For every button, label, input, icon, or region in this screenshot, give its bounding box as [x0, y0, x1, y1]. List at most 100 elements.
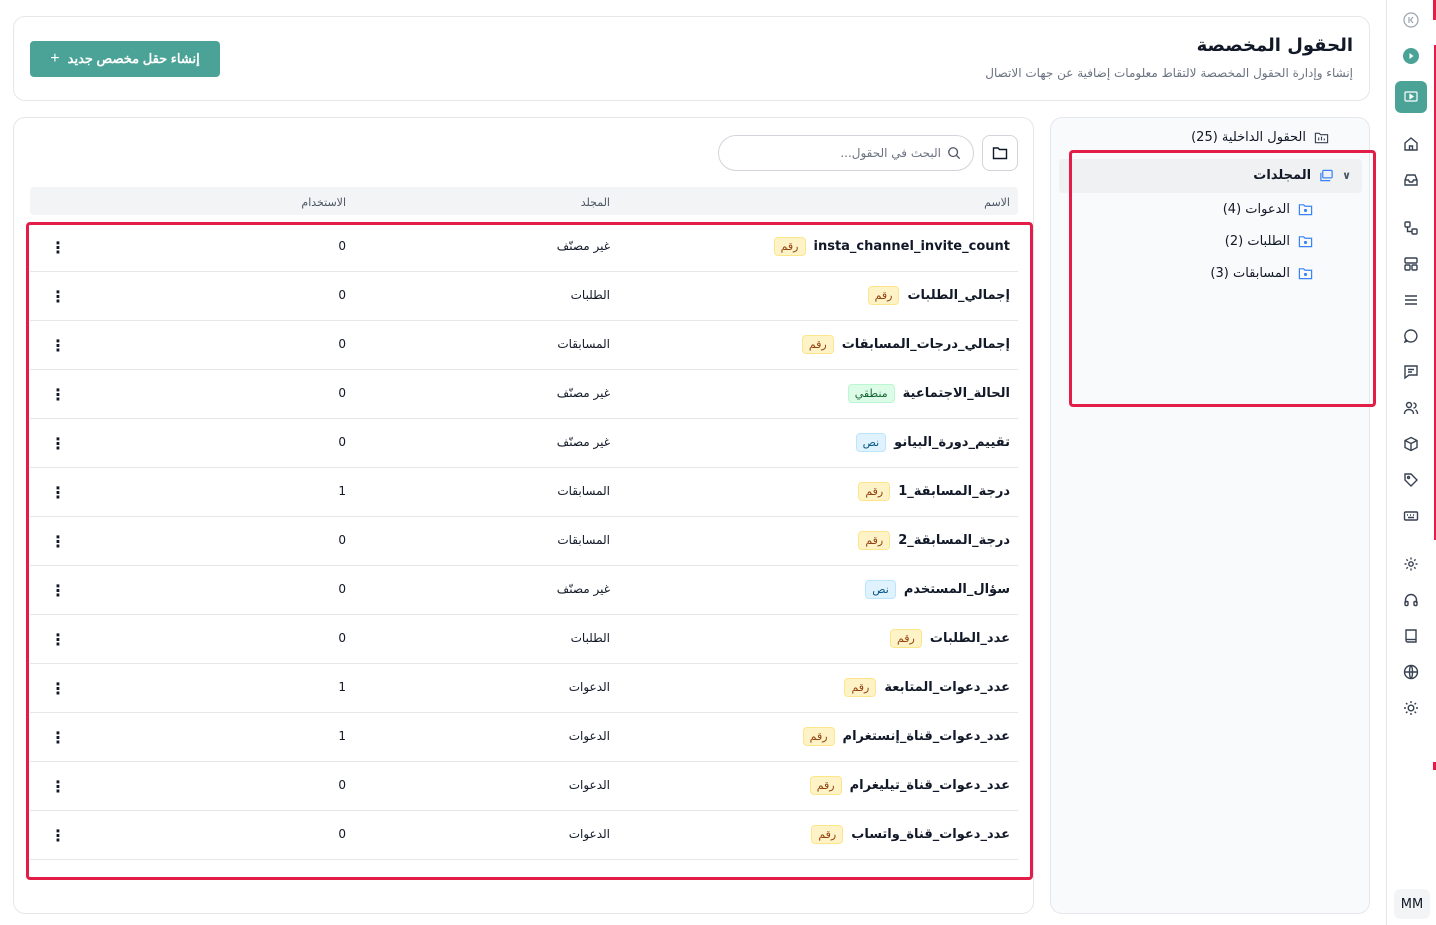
table-row[interactable]: إجمالي_الطلبات رقم الطلبات 0 ⋮: [30, 272, 1018, 321]
field-type-badge: رقم: [858, 531, 891, 550]
field-name: درجة_المسابقة_1: [898, 484, 1010, 499]
video-icon[interactable]: [1395, 81, 1427, 113]
column-header-usage[interactable]: الاستخدام: [301, 196, 346, 209]
field-name-cell: عدد_دعوات_المتابعة رقم: [844, 678, 1010, 697]
table-row[interactable]: عدد_الطلبات رقم الطلبات 0 ⋮: [30, 615, 1018, 664]
field-usage: 0: [338, 435, 346, 449]
row-menu-icon[interactable]: ⋮: [48, 482, 68, 502]
settings-icon[interactable]: [1399, 552, 1423, 576]
field-folder: غير مصنّف: [556, 386, 610, 400]
table-row[interactable]: عدد_دعوات_قناة_واتساب رقم الدعوات 0 ⋮: [30, 811, 1018, 860]
column-header-name[interactable]: الاسم: [984, 196, 1010, 209]
row-menu-icon[interactable]: ⋮: [48, 433, 68, 453]
folders-toggle[interactable]: ∨ المجلدات: [1253, 168, 1351, 183]
box-icon[interactable]: [1399, 432, 1423, 456]
row-menu-icon[interactable]: ⋮: [48, 286, 68, 306]
table-row[interactable]: درجة_المسابقة_1 رقم المسابقات 1 ⋮: [30, 468, 1018, 517]
field-name: عدد_دعوات_قناة_تيليغرام: [849, 778, 1010, 793]
row-menu-icon[interactable]: ⋮: [48, 237, 68, 257]
table-row[interactable]: إجمالي_درجات_المسابقات رقم المسابقات 0 ⋮: [30, 321, 1018, 370]
fields-table-panel: الاسم المجلد الاستخدام insta_channel_inv…: [13, 117, 1034, 914]
field-name-cell: عدد_دعوات_قناة_إنستغرام رقم: [802, 727, 1010, 746]
field-type-badge: منطقي: [847, 384, 895, 403]
field-name-cell: درجة_المسابقة_2 رقم: [858, 531, 1010, 550]
user-avatar[interactable]: MM: [1394, 889, 1430, 919]
chat-icon[interactable]: [1399, 324, 1423, 348]
field-name-cell: درجة_المسابقة_1 رقم: [858, 482, 1010, 501]
users-icon[interactable]: [1399, 396, 1423, 420]
table-row[interactable]: insta_channel_invite_count رقم غير مصنّف 0 ⋮: [30, 223, 1018, 272]
sun-icon[interactable]: [1399, 696, 1423, 720]
headset-icon[interactable]: [1399, 588, 1423, 612]
field-type-badge: نص: [865, 580, 896, 599]
row-menu-icon[interactable]: ⋮: [48, 384, 68, 404]
field-name: عدد_دعوات_قناة_واتساب: [851, 827, 1010, 842]
table-row[interactable]: تقييم_دورة_البيانو نص غير مصنّف 0 ⋮: [30, 419, 1018, 468]
right-rail: MM: [1386, 0, 1436, 925]
field-usage: 0: [338, 288, 346, 302]
collapse-icon[interactable]: [1399, 8, 1423, 32]
row-menu-icon[interactable]: ⋮: [48, 580, 68, 600]
field-type-badge: رقم: [867, 286, 900, 305]
field-type-badge: رقم: [809, 776, 842, 795]
field-usage: 0: [338, 239, 346, 253]
folder-item-invitations[interactable]: الدعوات (4): [1223, 202, 1313, 217]
field-type-badge: رقم: [844, 678, 877, 697]
field-name-cell: عدد_الطلبات رقم: [889, 629, 1010, 648]
header-card: الحقول المخصصة إنشاء وإدارة الحقول المخص…: [13, 16, 1370, 101]
video-icon[interactable]: [1399, 44, 1423, 68]
row-menu-icon[interactable]: ⋮: [48, 825, 68, 845]
tag-icon[interactable]: [1399, 468, 1423, 492]
page-title: الحقول المخصصة: [1196, 35, 1353, 56]
search-input[interactable]: [731, 146, 941, 160]
field-name: عدد_الطلبات: [929, 631, 1010, 646]
field-name-cell: إجمالي_الطلبات رقم: [867, 286, 1010, 305]
row-menu-icon[interactable]: ⋮: [48, 727, 68, 747]
folder-icon: [1298, 236, 1313, 248]
create-custom-field-button[interactable]: إنشاء حقل مخصص جديد +: [30, 41, 220, 77]
row-menu-icon[interactable]: ⋮: [48, 776, 68, 796]
field-usage: 1: [338, 484, 346, 498]
page-subtitle: إنشاء وإدارة الحقول المخصصة لالتقاط معلو…: [985, 66, 1353, 80]
flow-icon[interactable]: [1399, 216, 1423, 240]
list-icon[interactable]: [1399, 288, 1423, 312]
column-header-folder[interactable]: المجلد: [581, 196, 610, 209]
layout-icon[interactable]: [1399, 252, 1423, 276]
table-row[interactable]: درجة_المسابقة_2 رقم المسابقات 0 ⋮: [30, 517, 1018, 566]
table-row[interactable]: عدد_دعوات_المتابعة رقم الدعوات 1 ⋮: [30, 664, 1018, 713]
field-type-badge: نص: [855, 433, 887, 452]
table-row[interactable]: عدد_دعوات_قناة_تيليغرام رقم الدعوات 0 ⋮: [30, 762, 1018, 811]
message-icon[interactable]: [1399, 360, 1423, 384]
inbox-icon[interactable]: [1399, 168, 1423, 192]
builtin-fields-item[interactable]: الحقول الداخلية (25): [1191, 130, 1329, 145]
row-menu-icon[interactable]: ⋮: [48, 531, 68, 551]
table-row[interactable]: سؤال_المستخدم نص غير مصنّف 0 ⋮: [30, 566, 1018, 615]
table-row[interactable]: الحالة_الاجتماعية منطقي غير مصنّف 0 ⋮: [30, 370, 1018, 419]
home-icon[interactable]: [1399, 132, 1423, 156]
table-row[interactable]: عدد_دعوات_قناة_إنستغرام رقم الدعوات 1 ⋮: [30, 713, 1018, 762]
field-usage: 0: [338, 533, 346, 547]
field-folder: الدعوات: [568, 729, 610, 743]
field-folder: الطلبات: [570, 288, 610, 302]
row-menu-icon[interactable]: ⋮: [48, 335, 68, 355]
field-folder: المسابقات: [557, 484, 610, 498]
field-usage: 0: [338, 337, 346, 351]
keyboard-icon[interactable]: [1399, 504, 1423, 528]
row-menu-icon[interactable]: ⋮: [48, 629, 68, 649]
search-field[interactable]: [718, 135, 974, 171]
folder-filter-button[interactable]: [982, 135, 1018, 171]
book-icon[interactable]: [1399, 624, 1423, 648]
field-name: عدد_دعوات_المتابعة: [884, 680, 1010, 695]
field-name: إجمالي_الطلبات: [907, 288, 1010, 303]
field-folder: الدعوات: [568, 680, 610, 694]
folder-item-label: المسابقات (3): [1210, 266, 1290, 281]
globe-icon[interactable]: [1399, 660, 1423, 684]
custom-fields-page: الحقول المخصصة إنشاء وإدارة الحقول المخص…: [0, 0, 1436, 925]
field-name: تقييم_دورة_البيانو: [894, 435, 1010, 450]
field-usage: 0: [338, 631, 346, 645]
row-menu-icon[interactable]: ⋮: [48, 678, 68, 698]
field-name-cell: insta_channel_invite_count رقم: [773, 237, 1010, 256]
folder-item-orders[interactable]: الطلبات (2): [1225, 234, 1313, 249]
folder-item-contests[interactable]: المسابقات (3): [1210, 266, 1313, 281]
folders-label: المجلدات: [1253, 168, 1312, 183]
